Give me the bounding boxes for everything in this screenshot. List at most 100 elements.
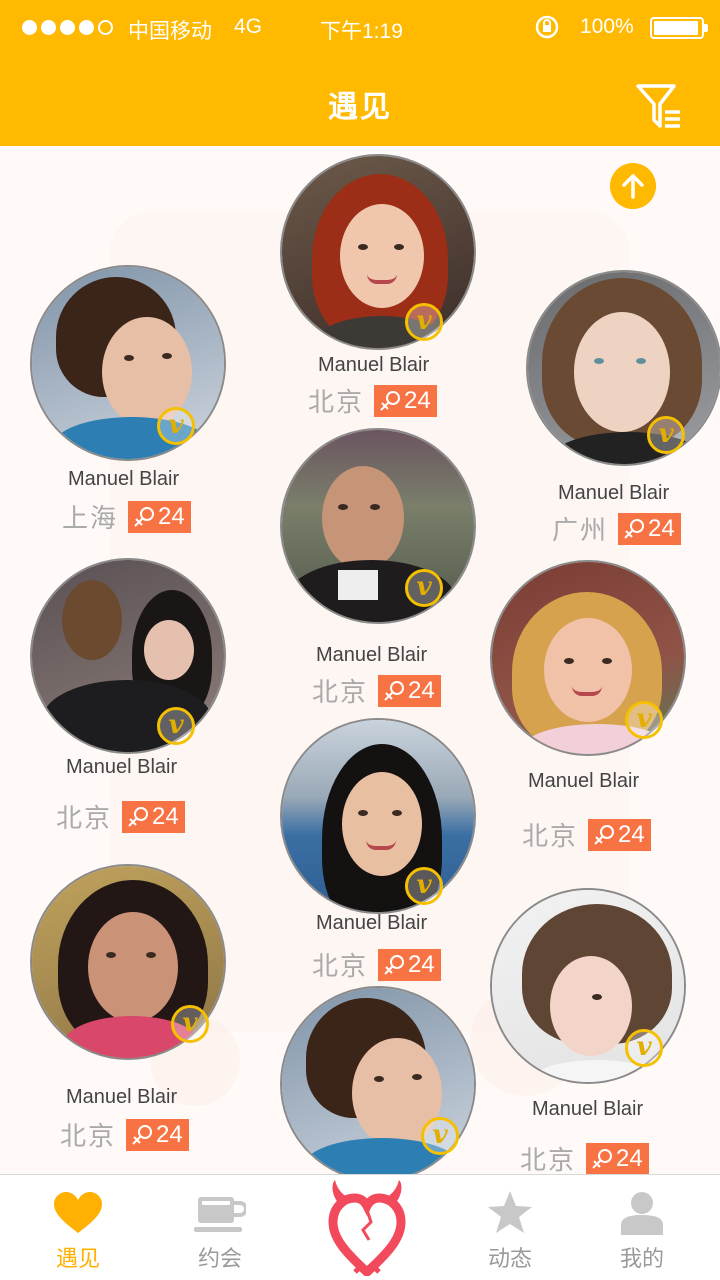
user-card[interactable]: v <box>278 154 478 350</box>
age-badge: 24 <box>374 384 437 417</box>
user-meta: 北京 24 <box>60 1116 189 1153</box>
user-name: Manuel Blair <box>528 770 640 792</box>
age-badge: 24 <box>128 500 191 533</box>
age-badge: 24 <box>122 800 185 833</box>
user-meta: 北京 24 <box>312 946 441 983</box>
user-city: 北京 <box>312 951 369 981</box>
user-city: 上海 <box>62 503 119 533</box>
user-name: Manuel Blair <box>316 912 428 934</box>
network-type: 4G <box>234 15 263 38</box>
user-city: 北京 <box>520 1145 577 1174</box>
user-card[interactable]: v <box>488 560 688 756</box>
tab-label: 动态 <box>487 1246 532 1271</box>
tab-label: 遇见 <box>55 1246 100 1271</box>
user-city: 北京 <box>60 1121 117 1151</box>
avatar <box>280 718 476 914</box>
user-grid: v Manuel Blair 北京 24 v Manuel Blair 上海 2… <box>0 146 720 1174</box>
user-age: 24 <box>404 386 431 414</box>
user-age: 24 <box>408 950 435 978</box>
carrier-name: 中国移动 <box>128 20 212 43</box>
user-age: 24 <box>408 676 435 704</box>
age-badge: 24 <box>378 948 441 981</box>
tab-feed[interactable]: 动态 <box>450 1175 570 1280</box>
user-card[interactable]: v <box>278 986 478 1174</box>
female-icon <box>128 806 149 827</box>
person-icon <box>621 1192 663 1235</box>
user-card[interactable]: v <box>278 428 478 624</box>
user-meta: 北京 24 <box>308 382 437 419</box>
age-badge: 24 <box>586 1142 649 1174</box>
user-meta: 北京 24 <box>520 1140 649 1174</box>
age-badge: 24 <box>618 512 681 545</box>
avatar <box>526 270 720 466</box>
vip-badge-icon: v <box>647 416 685 454</box>
vip-badge-icon: v <box>157 407 195 445</box>
tab-dating[interactable]: 约会 <box>160 1175 280 1280</box>
user-meta: 北京 24 <box>56 798 185 835</box>
female-icon <box>592 1148 613 1169</box>
vip-badge-icon: v <box>171 1005 209 1043</box>
user-age: 24 <box>158 502 185 530</box>
vip-badge-icon: v <box>157 707 195 745</box>
user-city: 北京 <box>56 803 113 833</box>
user-meta: 广州 24 <box>552 510 681 547</box>
user-city: 北京 <box>308 387 365 417</box>
user-name: Manuel Blair <box>66 1086 178 1108</box>
tab-me[interactable]: 我的 <box>582 1175 702 1280</box>
vip-badge-icon: v <box>421 1117 459 1155</box>
devil-heart-icon[interactable] <box>325 1180 409 1276</box>
user-meta: 北京 24 <box>312 672 441 709</box>
age-badge: 24 <box>126 1118 189 1151</box>
user-name: Manuel Blair <box>66 756 178 778</box>
user-card[interactable]: v <box>28 558 228 754</box>
user-name: Manuel Blair <box>558 482 670 504</box>
user-age: 24 <box>618 820 645 848</box>
coffee-cup-icon <box>194 1197 246 1232</box>
tab-meet[interactable]: 遇见 <box>18 1175 138 1280</box>
avatar <box>280 428 476 624</box>
battery-percent: 100% <box>580 15 634 38</box>
age-badge: 24 <box>378 674 441 707</box>
tab-label: 我的 <box>619 1246 664 1271</box>
arrow-up-icon[interactable] <box>610 163 656 209</box>
user-age: 24 <box>156 1120 183 1148</box>
vip-badge-icon: v <box>625 1029 663 1067</box>
user-city: 北京 <box>312 677 369 707</box>
user-city: 广州 <box>552 515 609 545</box>
battery-icon <box>650 17 708 39</box>
tab-label: 约会 <box>197 1246 242 1271</box>
user-city: 北京 <box>522 821 579 851</box>
female-icon <box>132 1124 153 1145</box>
avatar <box>30 265 226 461</box>
female-icon <box>384 680 405 701</box>
star-icon <box>488 1191 532 1233</box>
status-time: 下午1:19 <box>320 20 403 43</box>
user-age: 24 <box>152 802 179 830</box>
female-icon <box>134 506 155 527</box>
user-card[interactable]: v <box>524 270 720 466</box>
user-card[interactable]: v <box>28 864 228 1060</box>
avatar <box>280 154 476 350</box>
user-name: Manuel Blair <box>318 354 430 376</box>
user-card[interactable]: v <box>488 888 688 1084</box>
avatar <box>30 558 226 754</box>
age-badge: 24 <box>588 818 651 851</box>
filter-icon[interactable] <box>634 82 684 134</box>
page-title: 遇见 <box>328 91 392 124</box>
user-card[interactable]: v <box>278 718 478 914</box>
heart-icon <box>54 1192 102 1233</box>
female-icon <box>594 824 615 845</box>
user-name: Manuel Blair <box>316 644 428 666</box>
female-icon <box>384 954 405 975</box>
status-bar: 中国移动 4G 下午1:19 100% <box>0 0 720 56</box>
app-header: 中国移动 4G 下午1:19 100% 遇见 <box>0 0 720 146</box>
vip-badge-icon: v <box>405 569 443 607</box>
vip-badge-icon: v <box>405 867 443 905</box>
vip-badge-icon: v <box>625 701 663 739</box>
orientation-lock-icon <box>535 15 559 39</box>
user-age: 24 <box>616 1144 643 1172</box>
user-card[interactable]: v <box>28 265 228 461</box>
user-meta: 北京 24 <box>522 816 651 853</box>
female-icon <box>380 390 401 411</box>
user-meta: 上海 24 <box>62 498 191 535</box>
